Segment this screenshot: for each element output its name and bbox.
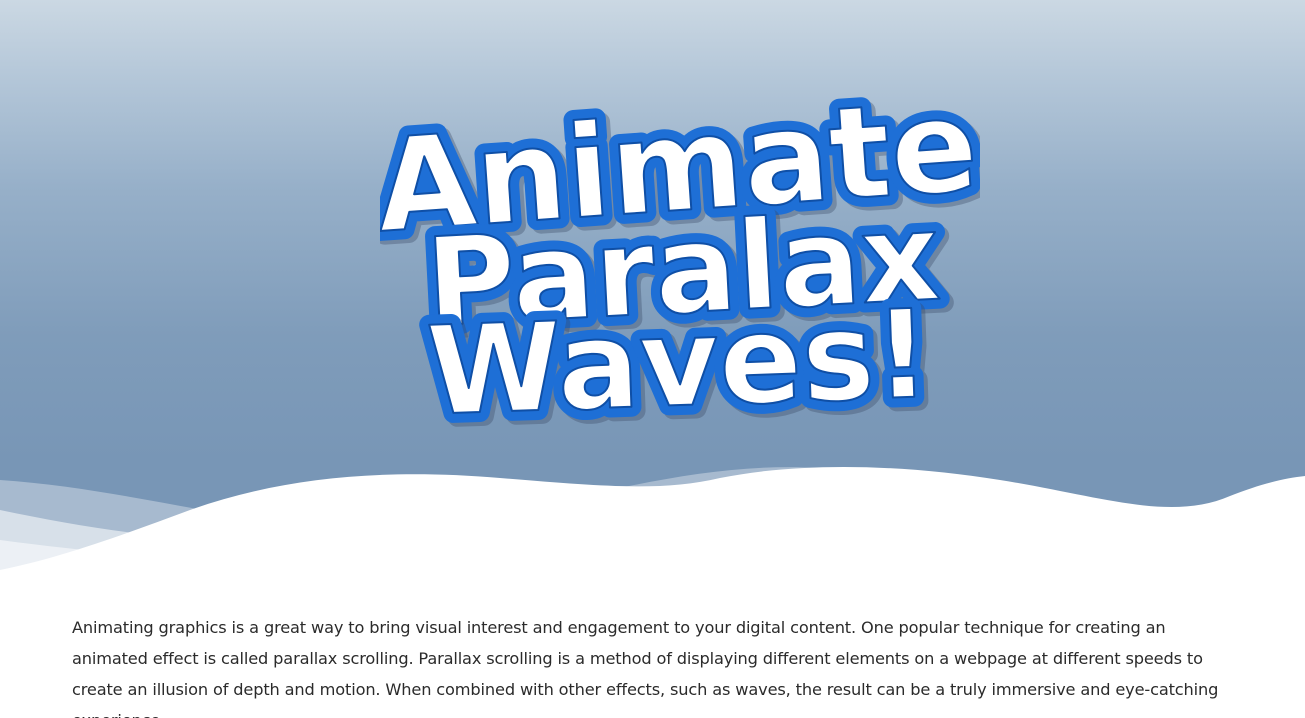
article-paragraph: Animating graphics is a great way to bri… — [72, 618, 1219, 718]
title-line-3: Waves! — [425, 283, 933, 440]
article-content: Animating graphics is a great way to bri… — [72, 612, 1242, 718]
hero-header: Animate Animate Animate Paralax Paralax … — [0, 0, 1305, 580]
parallax-waves — [0, 466, 1305, 580]
hero-title: Animate Animate Animate Paralax Paralax … — [380, 70, 980, 440]
page: Animate Animate Animate Paralax Paralax … — [0, 0, 1305, 718]
